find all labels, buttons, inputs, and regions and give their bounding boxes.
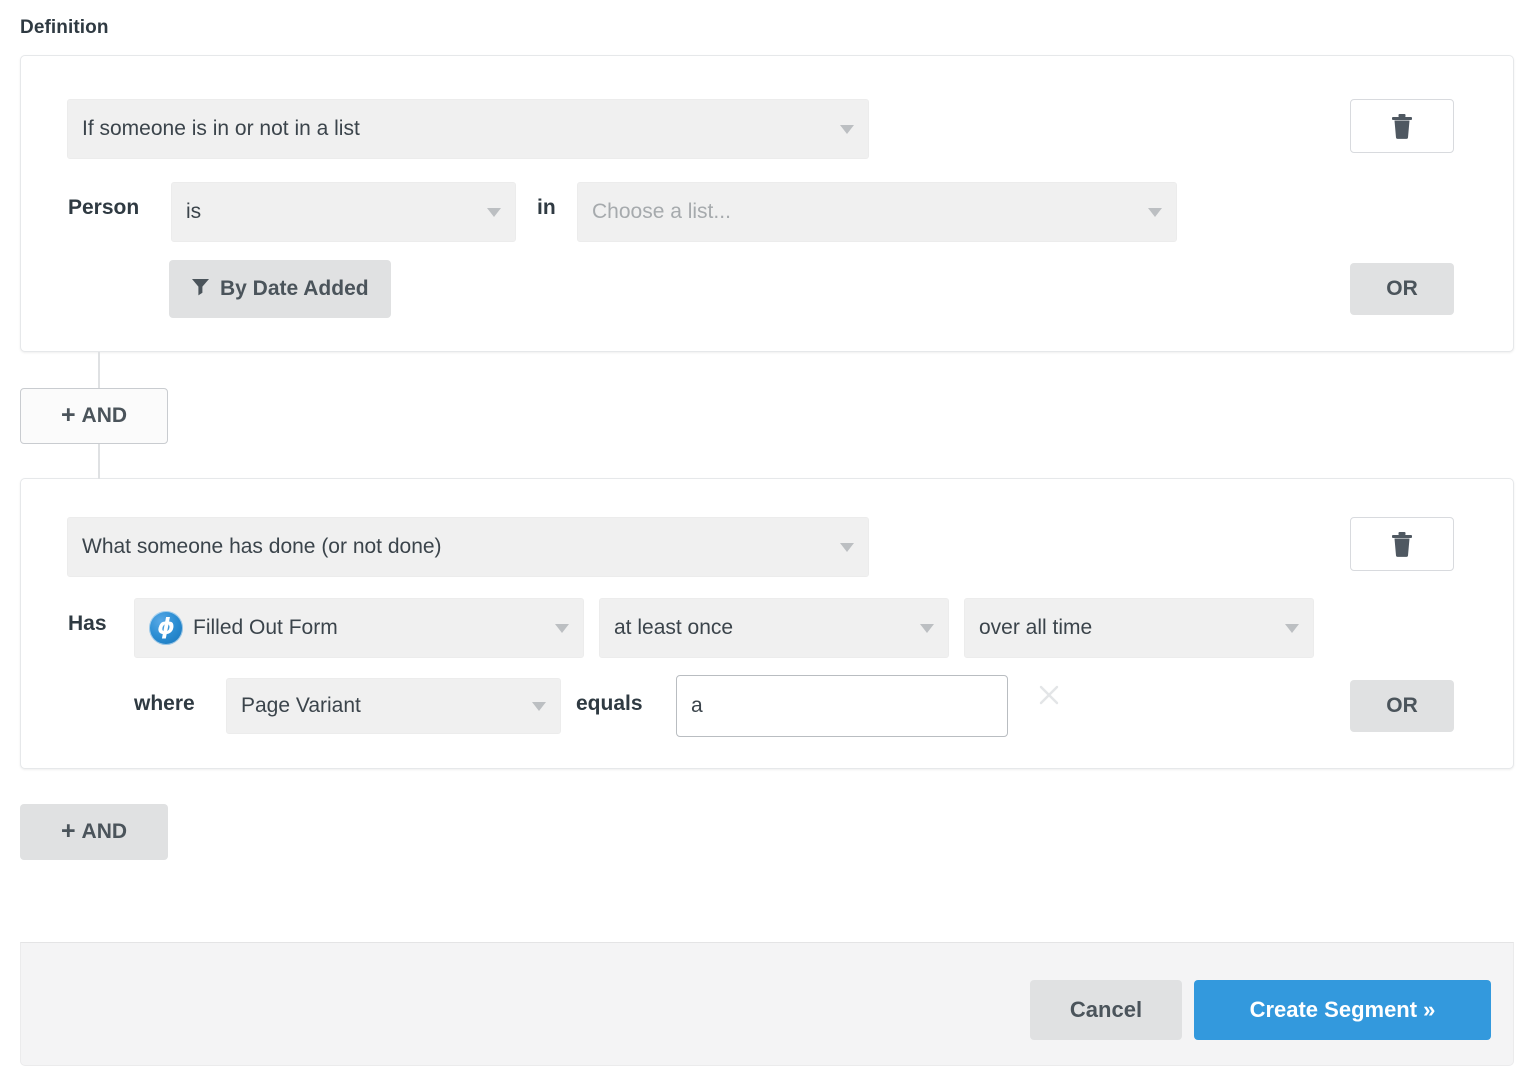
person-label: Person <box>68 196 139 220</box>
or-button[interactable]: OR <box>1350 263 1454 315</box>
connector-line-bottom <box>98 443 100 479</box>
or-label: OR <box>1386 277 1418 301</box>
property-value-input[interactable] <box>676 675 1008 737</box>
and-label: AND <box>82 820 128 844</box>
filter-icon <box>191 277 210 302</box>
close-icon <box>1038 684 1060 711</box>
chevron-down-icon <box>1285 624 1299 633</box>
condition-type-label: What someone has done (or not done) <box>82 535 830 559</box>
segment-definition-page: Definition If someone is in or not in a … <box>0 0 1534 1066</box>
add-and-condition-button-1[interactable]: + AND <box>20 388 168 444</box>
property-select[interactable]: Page Variant <box>226 678 561 734</box>
chevron-down-icon <box>532 702 546 711</box>
plus-icon: + <box>61 403 76 428</box>
chevron-down-icon <box>555 624 569 633</box>
cancel-label: Cancel <box>1070 997 1142 1023</box>
create-segment-label: Create Segment » <box>1250 997 1436 1023</box>
klaviyo-metric-icon: ɸ <box>149 611 183 645</box>
condition-card-list: If someone is in or not in a list Person… <box>20 55 1514 352</box>
chevron-down-icon <box>840 125 854 134</box>
comparator-label: equals <box>576 692 643 716</box>
timeframe-label: over all time <box>979 616 1275 640</box>
frequency-select[interactable]: at least once <box>599 598 949 658</box>
trash-icon <box>1391 113 1413 139</box>
where-label: where <box>134 692 195 716</box>
metric-select[interactable]: ɸ Filled Out Form <box>134 598 584 658</box>
delete-condition-button[interactable] <box>1350 99 1454 153</box>
person-operator-select[interactable]: is <box>171 182 516 242</box>
timeframe-select[interactable]: over all time <box>964 598 1314 658</box>
footer-bar: Cancel Create Segment » <box>20 942 1514 1066</box>
and-label: AND <box>82 404 128 428</box>
list-select[interactable]: Choose a list... <box>577 182 1177 242</box>
delete-condition-button[interactable] <box>1350 517 1454 571</box>
property-label: Page Variant <box>241 694 522 718</box>
clear-value-button[interactable] <box>1034 682 1064 712</box>
frequency-label: at least once <box>614 616 910 640</box>
metric-label: Filled Out Form <box>193 616 545 640</box>
add-and-condition-button-2[interactable]: + AND <box>20 804 168 860</box>
condition-type-select[interactable]: If someone is in or not in a list <box>67 99 869 159</box>
has-label: Has <box>68 612 107 636</box>
chevron-down-icon <box>920 624 934 633</box>
in-label: in <box>537 196 556 220</box>
by-date-added-label: By Date Added <box>220 277 369 301</box>
list-select-placeholder: Choose a list... <box>592 200 1138 224</box>
chevron-down-icon <box>1148 208 1162 217</box>
cancel-button[interactable]: Cancel <box>1030 980 1182 1040</box>
condition-type-label: If someone is in or not in a list <box>82 117 830 141</box>
page-title: Definition <box>20 17 109 39</box>
trash-icon <box>1391 531 1413 557</box>
or-button[interactable]: OR <box>1350 680 1454 732</box>
condition-card-event: What someone has done (or not done) Has … <box>20 478 1514 769</box>
chevron-down-icon <box>840 543 854 552</box>
create-segment-button[interactable]: Create Segment » <box>1194 980 1491 1040</box>
by-date-added-button[interactable]: By Date Added <box>169 260 391 318</box>
plus-icon: + <box>61 819 76 844</box>
person-operator-label: is <box>186 200 477 224</box>
chevron-down-icon <box>487 208 501 217</box>
condition-type-select[interactable]: What someone has done (or not done) <box>67 517 869 577</box>
or-label: OR <box>1386 694 1418 718</box>
